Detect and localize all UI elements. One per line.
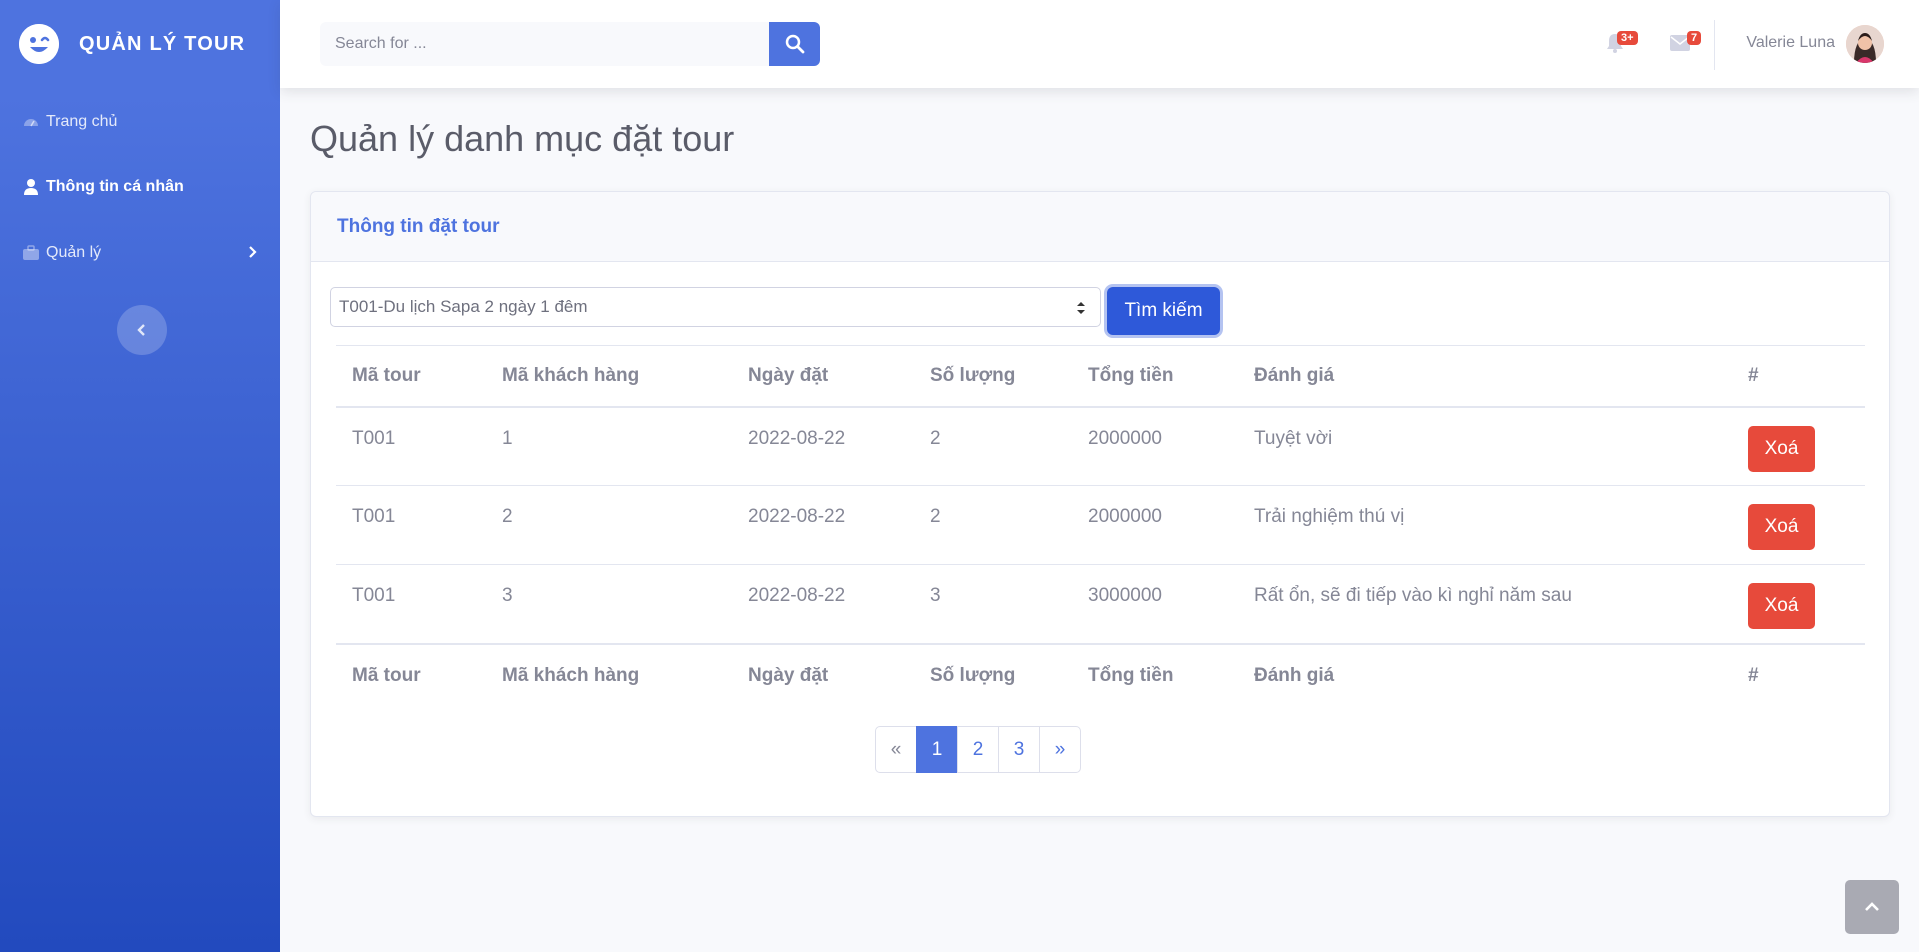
cell-total: 2000000 <box>1072 406 1238 486</box>
chevron-up-icon <box>1865 902 1879 911</box>
col-footer-so-luong: Số lượng <box>914 642 1072 708</box>
tachometer-icon <box>24 119 38 127</box>
col-footer-ngay-dat: Ngày đặt <box>732 642 914 708</box>
pagination: « 1 2 3 » <box>875 726 1081 773</box>
booking-table: Mã tour Mã khách hàng Ngày đặt Số lượng … <box>336 345 1865 708</box>
col-footer-action: # <box>1732 642 1865 708</box>
col-header-action: # <box>1732 345 1865 408</box>
search-input[interactable] <box>320 22 769 66</box>
sidebar-item-label: Quản lý <box>46 244 102 261</box>
cell-action: Xoá <box>1732 406 1865 486</box>
cell-customer: 3 <box>486 564 732 644</box>
sidebar: QUẢN LÝ TOUR Trang chủ Thông tin cá nhân… <box>0 0 280 952</box>
cell-qty: 2 <box>914 406 1072 486</box>
cell-tour: T001 <box>336 485 486 565</box>
sidebar-item-label: Trang chủ <box>46 113 118 130</box>
user-icon <box>24 179 38 195</box>
cell-total: 2000000 <box>1072 485 1238 565</box>
col-footer-ma-tour: Mã tour <box>336 642 486 708</box>
cell-total: 3000000 <box>1072 564 1238 644</box>
pagination-next[interactable]: » <box>1039 726 1081 773</box>
search-icon <box>785 34 804 54</box>
messages-dropdown[interactable]: 7 <box>1650 0 1710 88</box>
sidebar-item-trang-chu[interactable]: Trang chủ <box>0 102 280 142</box>
col-footer-tong-tien: Tổng tiền <box>1072 642 1238 708</box>
cell-tour: T001 <box>336 406 486 486</box>
cell-customer: 1 <box>486 406 732 486</box>
table-row: T001 1 2022-08-22 2 2000000 Tuyệt vời Xo… <box>336 406 1865 486</box>
card-title: Thông tin đặt tour <box>337 215 500 237</box>
briefcase-icon <box>23 245 39 260</box>
delete-button[interactable]: Xoá <box>1748 504 1815 550</box>
search-button[interactable] <box>769 22 820 66</box>
laugh-wink-icon <box>19 24 59 64</box>
avatar <box>1846 25 1884 63</box>
tour-select-value: T001-Du lịch Sapa 2 ngày 1 đêm <box>339 297 588 316</box>
col-footer-ma-khach-hang: Mã khách hàng <box>486 642 732 708</box>
brand-name: QUẢN LÝ TOUR <box>79 32 246 55</box>
cell-review: Trải nghiệm thú vị <box>1238 485 1732 565</box>
cell-date: 2022-08-22 <box>732 485 914 565</box>
card-header: Thông tin đặt tour <box>311 192 1889 262</box>
cell-tour: T001 <box>336 564 486 644</box>
sidebar-item-label: Thông tin cá nhân <box>46 178 184 195</box>
user-name: Valerie Luna <box>1746 34 1835 51</box>
col-header-so-luong[interactable]: Số lượng <box>914 345 1072 408</box>
cell-action: Xoá <box>1732 564 1865 644</box>
cell-date: 2022-08-22 <box>732 564 914 644</box>
chevron-right-icon <box>249 246 257 258</box>
topbar-divider <box>1714 20 1715 70</box>
sidebar-item-quan-ly[interactable]: Quản lý <box>0 233 280 273</box>
cell-customer: 2 <box>486 485 732 565</box>
pagination-prev[interactable]: « <box>875 726 917 773</box>
search-tour-button[interactable]: Tìm kiếm <box>1107 287 1220 335</box>
pagination-page-1[interactable]: 1 <box>916 726 958 773</box>
chevron-left-icon <box>137 324 145 336</box>
sidebar-toggle-button[interactable] <box>117 305 167 355</box>
scroll-to-top-button[interactable] <box>1845 880 1899 934</box>
col-header-ma-tour[interactable]: Mã tour <box>336 345 486 408</box>
col-header-tong-tien[interactable]: Tổng tiền <box>1072 345 1238 408</box>
cell-review: Tuyệt vời <box>1238 406 1732 486</box>
alerts-badge: 3+ <box>1617 31 1638 45</box>
page-title: Quản lý danh mục đặt tour <box>310 118 735 159</box>
col-header-ngay-dat[interactable]: Ngày đặt <box>732 345 914 408</box>
select-arrows-icon <box>1077 302 1085 314</box>
messages-badge: 7 <box>1687 31 1702 45</box>
pagination-page-2[interactable]: 2 <box>957 726 999 773</box>
cell-date: 2022-08-22 <box>732 406 914 486</box>
pagination-page-3[interactable]: 3 <box>998 726 1040 773</box>
topbar: 3+ 7 Valerie Luna <box>280 0 1919 88</box>
delete-button[interactable]: Xoá <box>1748 583 1815 629</box>
cell-qty: 2 <box>914 485 1072 565</box>
cell-qty: 3 <box>914 564 1072 644</box>
alerts-dropdown[interactable]: 3+ <box>1585 0 1645 88</box>
cell-review: Rất ổn, sẽ đi tiếp vào kì nghỉ năm sau <box>1238 564 1732 644</box>
sidebar-item-thong-tin-ca-nhan[interactable]: Thông tin cá nhân <box>0 167 280 207</box>
cell-action: Xoá <box>1732 485 1865 565</box>
table-row: T001 2 2022-08-22 2 2000000 Trải nghiệm … <box>336 485 1865 565</box>
table-row: T001 3 2022-08-22 3 3000000 Rất ổn, sẽ đ… <box>336 564 1865 644</box>
col-header-ma-khach-hang[interactable]: Mã khách hàng <box>486 345 732 408</box>
delete-button[interactable]: Xoá <box>1748 425 1815 472</box>
tour-select[interactable]: T001-Du lịch Sapa 2 ngày 1 đêm <box>330 287 1101 327</box>
col-footer-danh-gia: Đánh giá <box>1238 642 1732 708</box>
table-footer-row: Mã tour Mã khách hàng Ngày đặt Số lượng … <box>336 642 1865 708</box>
booking-card: Thông tin đặt tour T001-Du lịch Sapa 2 n… <box>310 191 1890 817</box>
table-header-row: Mã tour Mã khách hàng Ngày đặt Số lượng … <box>336 345 1865 408</box>
col-header-danh-gia[interactable]: Đánh giá <box>1238 345 1732 408</box>
brand[interactable]: QUẢN LÝ TOUR <box>0 0 280 88</box>
